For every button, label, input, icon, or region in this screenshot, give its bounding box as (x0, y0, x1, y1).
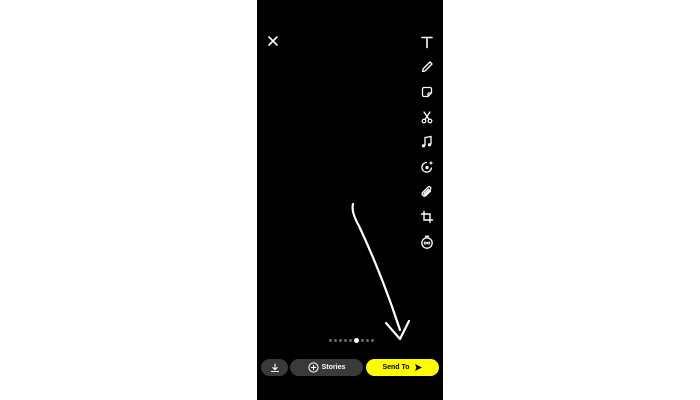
page-dot-active (354, 338, 359, 343)
send-to-button[interactable]: Send To (366, 359, 439, 376)
sticker-icon (421, 86, 433, 98)
draw-tool-button[interactable] (417, 57, 437, 77)
pencil-icon (421, 61, 433, 73)
snap-editor-screen: Stories Send To (257, 0, 443, 400)
stories-button[interactable]: Stories (290, 359, 363, 376)
music-tool-button[interactable] (417, 132, 437, 152)
page-dot (371, 339, 374, 342)
page-dot (349, 339, 352, 342)
close-icon (268, 36, 278, 46)
scissors-tool-button[interactable] (417, 107, 437, 127)
page-dot (339, 339, 342, 342)
bottom-action-bar: Stories Send To (261, 359, 439, 376)
send-arrow-icon (414, 364, 422, 371)
stories-add-icon (308, 362, 319, 373)
text-icon (421, 36, 433, 49)
page-indicator (329, 338, 374, 343)
page-dot (361, 339, 364, 342)
page-dot (344, 339, 347, 342)
page-dot (329, 339, 332, 342)
lens-sparkle-icon (421, 160, 434, 173)
scissors-icon (421, 111, 433, 124)
save-button[interactable] (261, 359, 288, 376)
paperclip-icon (421, 186, 432, 197)
page-dot (366, 339, 369, 342)
infinity-timer-icon (421, 235, 433, 249)
send-to-label: Send To (382, 364, 410, 371)
edit-toolbar (417, 32, 437, 257)
timer-tool-button[interactable] (417, 232, 437, 252)
attach-tool-button[interactable] (417, 182, 437, 202)
crop-tool-button[interactable] (417, 207, 437, 227)
stories-label: Stories (321, 364, 346, 371)
text-tool-button[interactable] (417, 32, 437, 52)
close-button[interactable] (265, 33, 281, 49)
page-dot (334, 339, 337, 342)
lens-tool-button[interactable] (417, 157, 437, 177)
music-note-icon (421, 135, 432, 148)
crop-icon (420, 210, 434, 224)
download-icon (270, 363, 279, 372)
sticker-tool-button[interactable] (417, 82, 437, 102)
